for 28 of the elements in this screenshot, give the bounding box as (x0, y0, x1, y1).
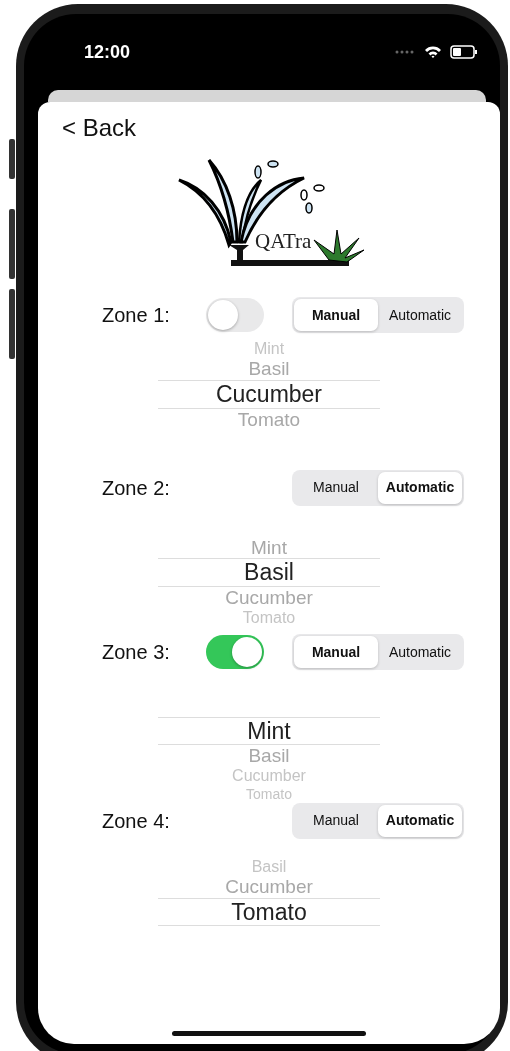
signal-icon (394, 49, 416, 55)
picker-option[interactable]: Cucumber (158, 380, 380, 409)
picker-wheel[interactable]: Mint Basil Cucumber Tomato (158, 536, 380, 628)
picker-option[interactable]: Mint (158, 717, 380, 746)
segment-option[interactable]: Automatic (378, 804, 462, 837)
segment-option[interactable]: Automatic (378, 636, 462, 669)
picker-option[interactable]: Tomato (158, 898, 380, 927)
zone-label: Zone 3: (102, 640, 171, 666)
picker-wheel[interactable]: Mint Basil Cucumber Tomato (158, 340, 380, 431)
segment-option[interactable]: Manual (294, 471, 378, 504)
logo-text: QATra (255, 229, 312, 253)
status-time: 12:00 (84, 40, 131, 64)
segment-option[interactable]: Manual (294, 636, 378, 669)
zone-label: Zone 4: (102, 808, 171, 834)
segment-option[interactable]: Automatic (378, 471, 462, 504)
picker-wheel[interactable]: Basil Cucumber Tomato (158, 857, 380, 927)
zone-label: Zone 2: (102, 475, 171, 501)
wifi-icon (424, 45, 442, 59)
picker-wheel[interactable]: Mint Basil Cucumber Tomato (158, 717, 380, 802)
segment-option[interactable]: Automatic (378, 299, 462, 331)
back-link[interactable]: < Back (38, 110, 137, 146)
battery-icon (450, 45, 478, 59)
segment-option[interactable]: Manual (294, 804, 378, 837)
zone-label: Zone 1: (102, 303, 171, 328)
toggle-switch[interactable] (206, 635, 264, 670)
toggle-switch[interactable] (206, 298, 264, 332)
segment-option[interactable]: Manual (294, 299, 378, 331)
picker-option[interactable]: Basil (158, 558, 380, 587)
